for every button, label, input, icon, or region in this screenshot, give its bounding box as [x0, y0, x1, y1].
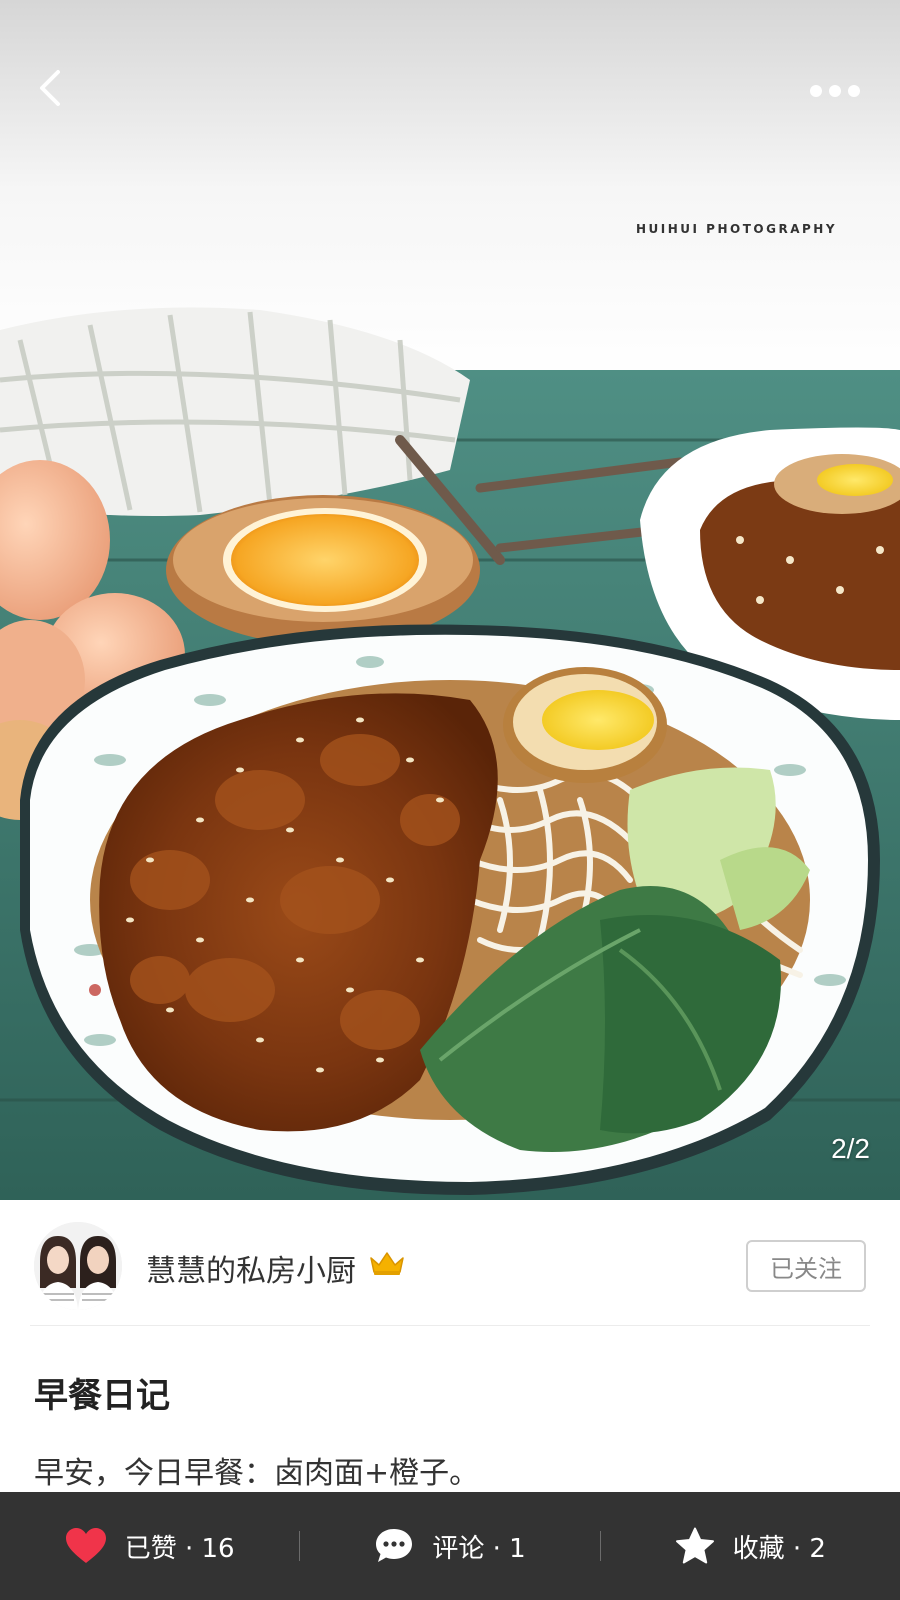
crown-icon: [370, 1252, 404, 1275]
food-photo: [0, 0, 900, 1200]
like-label: 已赞 · 16: [124, 1533, 235, 1564]
post-body: 早安，今日早餐：卤肉面+橙子。: [34, 1456, 480, 1491]
author-row: 慧慧的私房小厨 已关注: [0, 1200, 900, 1326]
main-bowl: [20, 624, 880, 1195]
favorite-label: 收藏 · 2: [732, 1533, 826, 1564]
follow-button[interactable]: 已关注: [746, 1240, 866, 1292]
like-button[interactable]: 已赞 · 16: [0, 1492, 299, 1600]
avatar-image: [34, 1222, 122, 1310]
hero-photo[interactable]: HUIHUI PHOTOGRAPHY 2/2: [0, 0, 900, 1200]
comment-button[interactable]: 评论 · 1: [300, 1492, 599, 1600]
back-button[interactable]: [30, 66, 74, 110]
photo-watermark: HUIHUI PHOTOGRAPHY: [636, 222, 838, 236]
post-title: 早餐日记: [34, 1376, 170, 1416]
author-name[interactable]: 慧慧的私房小厨: [146, 1246, 356, 1290]
favorite-button[interactable]: 收藏 · 2: [601, 1492, 900, 1600]
comment-label: 评论 · 1: [432, 1533, 526, 1564]
heart-icon: [65, 1528, 106, 1563]
divider: [30, 1325, 870, 1326]
more-horizontal-icon: [810, 85, 860, 97]
avatar[interactable]: [34, 1222, 122, 1310]
bottom-action-bar: 已赞 · 16 评论 · 1 收藏 · 2: [0, 1492, 900, 1600]
chevron-left-icon: [40, 70, 60, 106]
more-button[interactable]: [808, 76, 862, 106]
star-icon: [675, 1527, 714, 1564]
chat-bubble-icon: [376, 1529, 413, 1562]
page-indicator: 2/2: [831, 1133, 870, 1164]
